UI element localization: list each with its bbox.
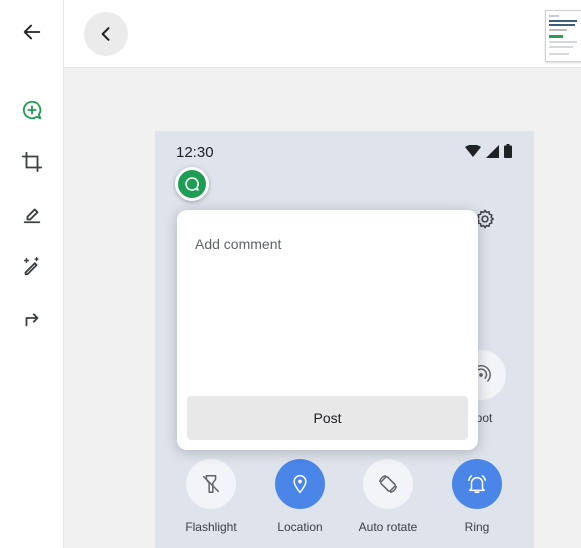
flashlight-icon	[202, 475, 220, 493]
quick-tile-auto-rotate[interactable]	[363, 459, 413, 509]
status-time: 12:30	[176, 144, 214, 161]
add-comment-button[interactable]	[16, 94, 48, 126]
back-arrow-button[interactable]	[16, 16, 48, 48]
post-button[interactable]: Post	[187, 396, 468, 440]
comment-popup: Post	[177, 210, 478, 450]
quick-tile-flashlight[interactable]	[186, 459, 236, 509]
tool-rail	[0, 0, 64, 548]
highlight-button[interactable]	[16, 198, 48, 230]
arrow-left-icon	[23, 24, 41, 40]
previous-button[interactable]	[84, 12, 128, 56]
quick-tile-location[interactable]	[275, 459, 325, 509]
quick-tile-label-auto-rotate: Auto rotate	[358, 520, 418, 534]
signal-icon	[486, 144, 499, 158]
bell-ring-icon	[468, 475, 486, 493]
auto-rotate-icon	[379, 475, 397, 493]
status-icons	[465, 144, 512, 158]
highlighter-icon	[23, 208, 41, 224]
magic-edit-button[interactable]	[16, 250, 48, 282]
top-bar	[64, 0, 581, 68]
quick-tile-label-location: Location	[277, 520, 323, 534]
quick-tile-label-ring: Ring	[464, 520, 490, 534]
comment-input[interactable]	[195, 236, 460, 386]
location-pin-icon	[293, 474, 307, 494]
comment-marker[interactable]	[175, 167, 209, 201]
share-arrow-icon	[25, 313, 39, 327]
crop-icon	[21, 151, 43, 173]
page-thumbnail[interactable]	[545, 10, 581, 62]
add-comment-icon	[22, 100, 42, 120]
pen-sparkle-icon	[23, 257, 39, 276]
crop-button[interactable]	[16, 146, 48, 178]
share-button[interactable]	[16, 302, 48, 334]
battery-icon	[504, 144, 512, 158]
chevron-left-icon	[101, 27, 110, 41]
quick-tile-ring[interactable]	[452, 459, 502, 509]
quick-tile-label-flashlight: Flashlight	[185, 520, 237, 534]
wifi-icon	[465, 145, 481, 157]
comment-bubble-icon	[185, 177, 199, 191]
